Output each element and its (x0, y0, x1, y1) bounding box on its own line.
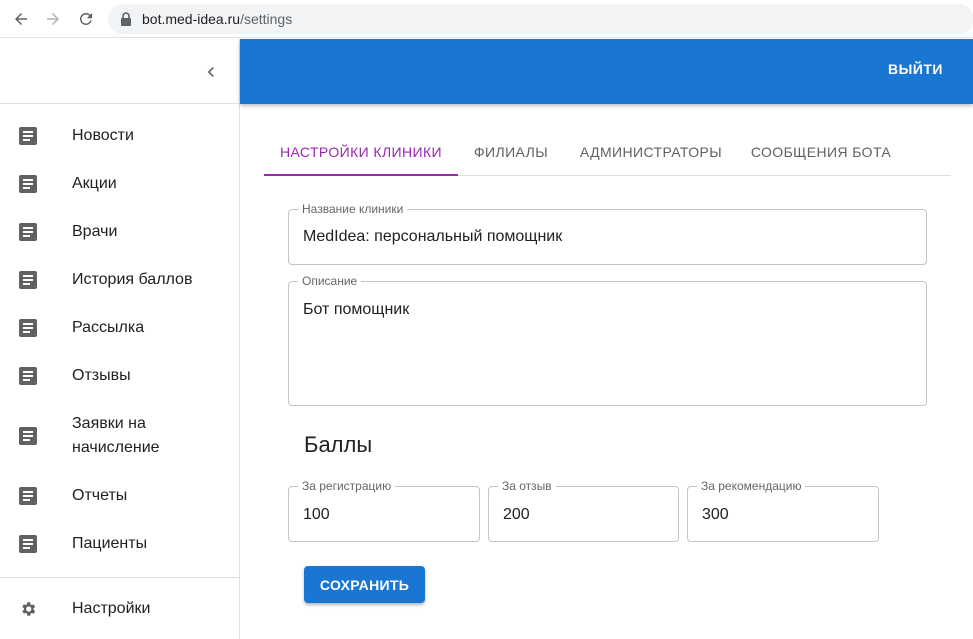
points-section-title: Баллы (304, 432, 373, 457)
document-icon (19, 487, 37, 505)
clinic-name-field[interactable]: Название клиники MedIdea: персональный п… (288, 202, 927, 265)
sidebar-item-news[interactable]: Новости (0, 112, 239, 160)
clinic-name-value[interactable]: MedIdea: персональный помощник (303, 228, 562, 246)
save-button[interactable]: СОХРАНИТЬ (304, 566, 425, 603)
settings-tabs: НАСТРОЙКИ КЛИНИКИ ФИЛИАЛЫ АДМИНИСТРАТОРЫ… (264, 128, 951, 176)
document-icon (19, 319, 37, 337)
sidebar-header (0, 39, 239, 104)
arrow-right-icon (47, 13, 59, 25)
sidebar-item-label: Пациенты (72, 535, 148, 552)
url-text: bot.med-idea.ru/settings (142, 11, 292, 27)
sidebar-item-label: Настройки (72, 600, 151, 617)
sidebar-item-reports[interactable]: Отчеты (0, 472, 239, 520)
url-path: /settings (240, 11, 293, 27)
recommendation-points-value[interactable]: 300 (702, 506, 729, 524)
document-icon (19, 175, 37, 193)
sidebar-menu: Новости Акции Врачи История баллов Рассы… (0, 112, 239, 568)
sidebar-item-label: Рассылка (72, 319, 145, 336)
document-icon (19, 127, 37, 145)
collapse-sidebar-button[interactable] (200, 61, 222, 83)
sidebar-item-label: История баллов (72, 271, 193, 288)
recommendation-points-label: За рекомендацию (697, 479, 806, 493)
document-icon (19, 271, 37, 289)
document-icon (19, 367, 37, 385)
tab-administrators[interactable]: АДМИНИСТРАТОРЫ (564, 128, 738, 176)
sidebar: Новости Акции Врачи История баллов Рассы… (0, 39, 240, 639)
description-value[interactable]: Бот помощник (303, 301, 409, 319)
app-bar: ВЫЙТИ (240, 39, 973, 104)
sidebar-item-reviews[interactable]: Отзывы (0, 352, 239, 400)
logout-button[interactable]: ВЫЙТИ (888, 61, 943, 77)
sidebar-item-label: Новости (72, 127, 134, 144)
sidebar-item-mailing[interactable]: Рассылка (0, 304, 239, 352)
back-button[interactable] (10, 8, 32, 30)
forward-button[interactable] (42, 8, 64, 30)
sidebar-item-label: Врачи (72, 223, 118, 240)
recommendation-points-field[interactable]: За рекомендацию 300 (687, 479, 879, 542)
description-label: Описание (298, 274, 362, 288)
tab-clinic-settings[interactable]: НАСТРОЙКИ КЛИНИКИ (264, 128, 458, 176)
description-field[interactable]: Описание Бот помощник (288, 274, 927, 406)
browser-toolbar: bot.med-idea.ru/settings (0, 0, 973, 38)
registration-points-field[interactable]: За регистрацию 100 (288, 479, 480, 542)
registration-points-label: За регистрацию (298, 479, 396, 493)
tab-bot-messages[interactable]: СООБЩЕНИЯ БОТА (738, 128, 904, 176)
chevron-left-icon (207, 67, 214, 77)
gear-icon (22, 602, 36, 616)
sidebar-item-doctors[interactable]: Врачи (0, 208, 239, 256)
active-tab-indicator (264, 174, 458, 176)
tab-branches[interactable]: ФИЛИАЛЫ (458, 128, 564, 176)
document-icon (19, 427, 37, 445)
review-points-field[interactable]: За отзыв 200 (488, 479, 679, 542)
review-points-label: За отзыв (498, 479, 556, 493)
arrow-left-icon (15, 13, 27, 25)
sidebar-item-label: Отчеты (72, 487, 128, 504)
sidebar-item-label: Заявки на начисление (72, 415, 160, 456)
lock-icon (121, 12, 131, 26)
sidebar-item-label: Отзывы (72, 367, 131, 384)
clinic-name-label: Название клиники (298, 202, 408, 216)
reload-icon (79, 12, 92, 25)
document-icon (19, 535, 37, 553)
sidebar-item-settings[interactable]: Настройки (0, 585, 239, 633)
sidebar-item-promotions[interactable]: Акции (0, 160, 239, 208)
sidebar-divider (0, 577, 239, 578)
address-bar[interactable]: bot.med-idea.ru/settings (108, 4, 973, 34)
registration-points-value[interactable]: 100 (303, 506, 330, 524)
url-host: bot.med-idea.ru (142, 11, 241, 27)
sidebar-item-points-history[interactable]: История баллов (0, 256, 239, 304)
sidebar-item-patients[interactable]: Пациенты (0, 520, 239, 568)
review-points-value[interactable]: 200 (503, 506, 530, 524)
document-icon (19, 223, 37, 241)
sidebar-item-accrual-requests[interactable]: Заявки на начисление (0, 400, 239, 472)
reload-button[interactable] (75, 8, 97, 30)
sidebar-item-label: Акции (72, 175, 117, 192)
